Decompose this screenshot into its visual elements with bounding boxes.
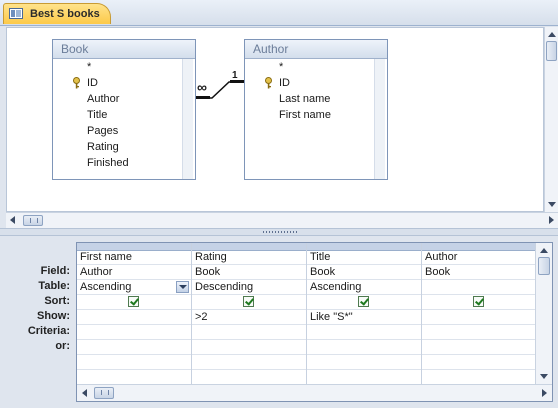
cell-sort-value: Ascending: [80, 281, 132, 293]
table-author[interactable]: Author * ID Last name First name: [244, 39, 388, 180]
table-author-title[interactable]: Author: [245, 40, 387, 59]
grip-icon: [101, 390, 109, 395]
show-checkbox[interactable]: [128, 296, 139, 307]
primary-key-icon: [265, 77, 272, 89]
show-checkbox[interactable]: [472, 296, 484, 307]
scroll-down-icon[interactable]: [548, 202, 556, 207]
cell-criteria[interactable]: [77, 310, 191, 325]
cell-empty[interactable]: [192, 370, 306, 385]
cell-field[interactable]: First name: [77, 250, 191, 265]
cell-table[interactable]: Book: [192, 265, 306, 280]
cell-show[interactable]: [422, 295, 535, 310]
relationship-one-label: 1: [232, 70, 238, 81]
cell-empty[interactable]: [77, 370, 191, 385]
cell-criteria[interactable]: >2: [192, 310, 306, 325]
grid-column-rating[interactable]: Rating Book Descending >2: [192, 243, 307, 386]
cell-criteria[interactable]: Like "S*": [307, 310, 421, 325]
cell-table[interactable]: Book: [307, 265, 421, 280]
cell-field[interactable]: Author: [422, 250, 535, 265]
grid-column-author[interactable]: Author Book: [422, 243, 535, 386]
scroll-right-icon[interactable]: [549, 216, 554, 224]
cell-sort[interactable]: Ascending: [307, 280, 421, 295]
scroll-thumb[interactable]: [538, 257, 550, 275]
field-author-all[interactable]: *: [279, 59, 283, 75]
cell-field[interactable]: Rating: [192, 250, 306, 265]
table-book-title[interactable]: Book: [53, 40, 195, 59]
cell-show[interactable]: [192, 295, 306, 310]
grid-column-title[interactable]: Title Book Ascending Like "S*": [307, 243, 422, 386]
field-book-id[interactable]: ID: [87, 75, 98, 91]
grid-vertical-scrollbar[interactable]: [535, 243, 552, 384]
cell-or[interactable]: [307, 325, 421, 340]
grid-horizontal-scrollbar[interactable]: [77, 384, 552, 401]
scroll-up-icon[interactable]: [548, 32, 556, 37]
grip-icon: [30, 218, 38, 223]
cell-empty[interactable]: [77, 355, 191, 370]
scroll-up-icon[interactable]: [540, 248, 548, 253]
field-book-title[interactable]: Title: [87, 107, 107, 123]
tab-title: Best S books: [30, 8, 100, 20]
grid-column-first-name[interactable]: First name Author Ascending: [77, 243, 192, 386]
scroll-left-icon[interactable]: [10, 216, 15, 224]
scroll-right-icon[interactable]: [542, 389, 547, 397]
cell-empty[interactable]: [307, 355, 421, 370]
row-label-sort: Sort:: [44, 295, 70, 307]
cell-show[interactable]: [77, 295, 191, 310]
row-label-field: Field:: [40, 265, 70, 277]
scroll-thumb[interactable]: [546, 41, 557, 61]
cell-empty[interactable]: [422, 355, 535, 370]
field-book-pages[interactable]: Pages: [87, 123, 118, 139]
field-author-last-name[interactable]: Last name: [279, 91, 330, 107]
table-book-scroll: [182, 59, 193, 179]
table-book[interactable]: Book * ID Author Title Pages Rating Fini…: [52, 39, 196, 180]
field-author-first-name[interactable]: First name: [279, 107, 331, 123]
cell-table[interactable]: Author: [77, 265, 191, 280]
cell-show[interactable]: [307, 295, 421, 310]
query-design-grid[interactable]: First name Author Ascending Rating Book …: [76, 242, 553, 402]
cell-empty[interactable]: [422, 340, 535, 355]
diagram-horizontal-scrollbar[interactable]: [6, 212, 558, 228]
scroll-thumb[interactable]: [94, 387, 114, 399]
show-checkbox[interactable]: [358, 296, 369, 307]
diagram-vertical-scrollbar[interactable]: [544, 27, 558, 212]
tab-best-s-books[interactable]: Best S books: [3, 3, 111, 24]
query-icon: [9, 8, 23, 19]
pane-splitter[interactable]: [0, 228, 558, 236]
row-label-or: or:: [55, 340, 70, 352]
cell-or[interactable]: [192, 325, 306, 340]
field-author-id[interactable]: ID: [279, 75, 290, 91]
scroll-left-icon[interactable]: [82, 389, 87, 397]
document-tab-strip: Best S books: [0, 0, 558, 26]
cell-empty[interactable]: [77, 340, 191, 355]
cell-or[interactable]: [422, 325, 535, 340]
cell-table[interactable]: Book: [422, 265, 535, 280]
cell-or[interactable]: [77, 325, 191, 340]
show-checkbox[interactable]: [243, 296, 254, 307]
cell-empty[interactable]: [192, 355, 306, 370]
field-book-rating[interactable]: Rating: [87, 139, 119, 155]
dropdown-arrow-icon[interactable]: [176, 281, 189, 293]
cell-empty[interactable]: [422, 370, 535, 385]
row-label-table: Table:: [38, 280, 70, 292]
scroll-down-icon[interactable]: [540, 374, 548, 379]
field-book-author[interactable]: Author: [87, 91, 119, 107]
cell-empty[interactable]: [307, 340, 421, 355]
scroll-thumb[interactable]: [23, 215, 43, 226]
primary-key-icon: [73, 77, 80, 89]
cell-criteria[interactable]: [422, 310, 535, 325]
cell-sort[interactable]: Descending: [192, 280, 306, 295]
row-label-show: Show:: [37, 310, 70, 322]
row-label-criteria: Criteria:: [27, 325, 70, 337]
cell-empty[interactable]: [307, 370, 421, 385]
cell-sort[interactable]: [422, 280, 535, 295]
field-book-all[interactable]: *: [87, 59, 91, 75]
cell-empty[interactable]: [192, 340, 306, 355]
cell-field[interactable]: Title: [307, 250, 421, 265]
relationship-many-label: ∞: [197, 79, 207, 95]
field-book-finished[interactable]: Finished: [87, 155, 129, 171]
cell-sort[interactable]: Ascending: [77, 280, 191, 295]
table-author-scroll: [374, 59, 385, 179]
splitter-grip-icon: [263, 231, 297, 233]
